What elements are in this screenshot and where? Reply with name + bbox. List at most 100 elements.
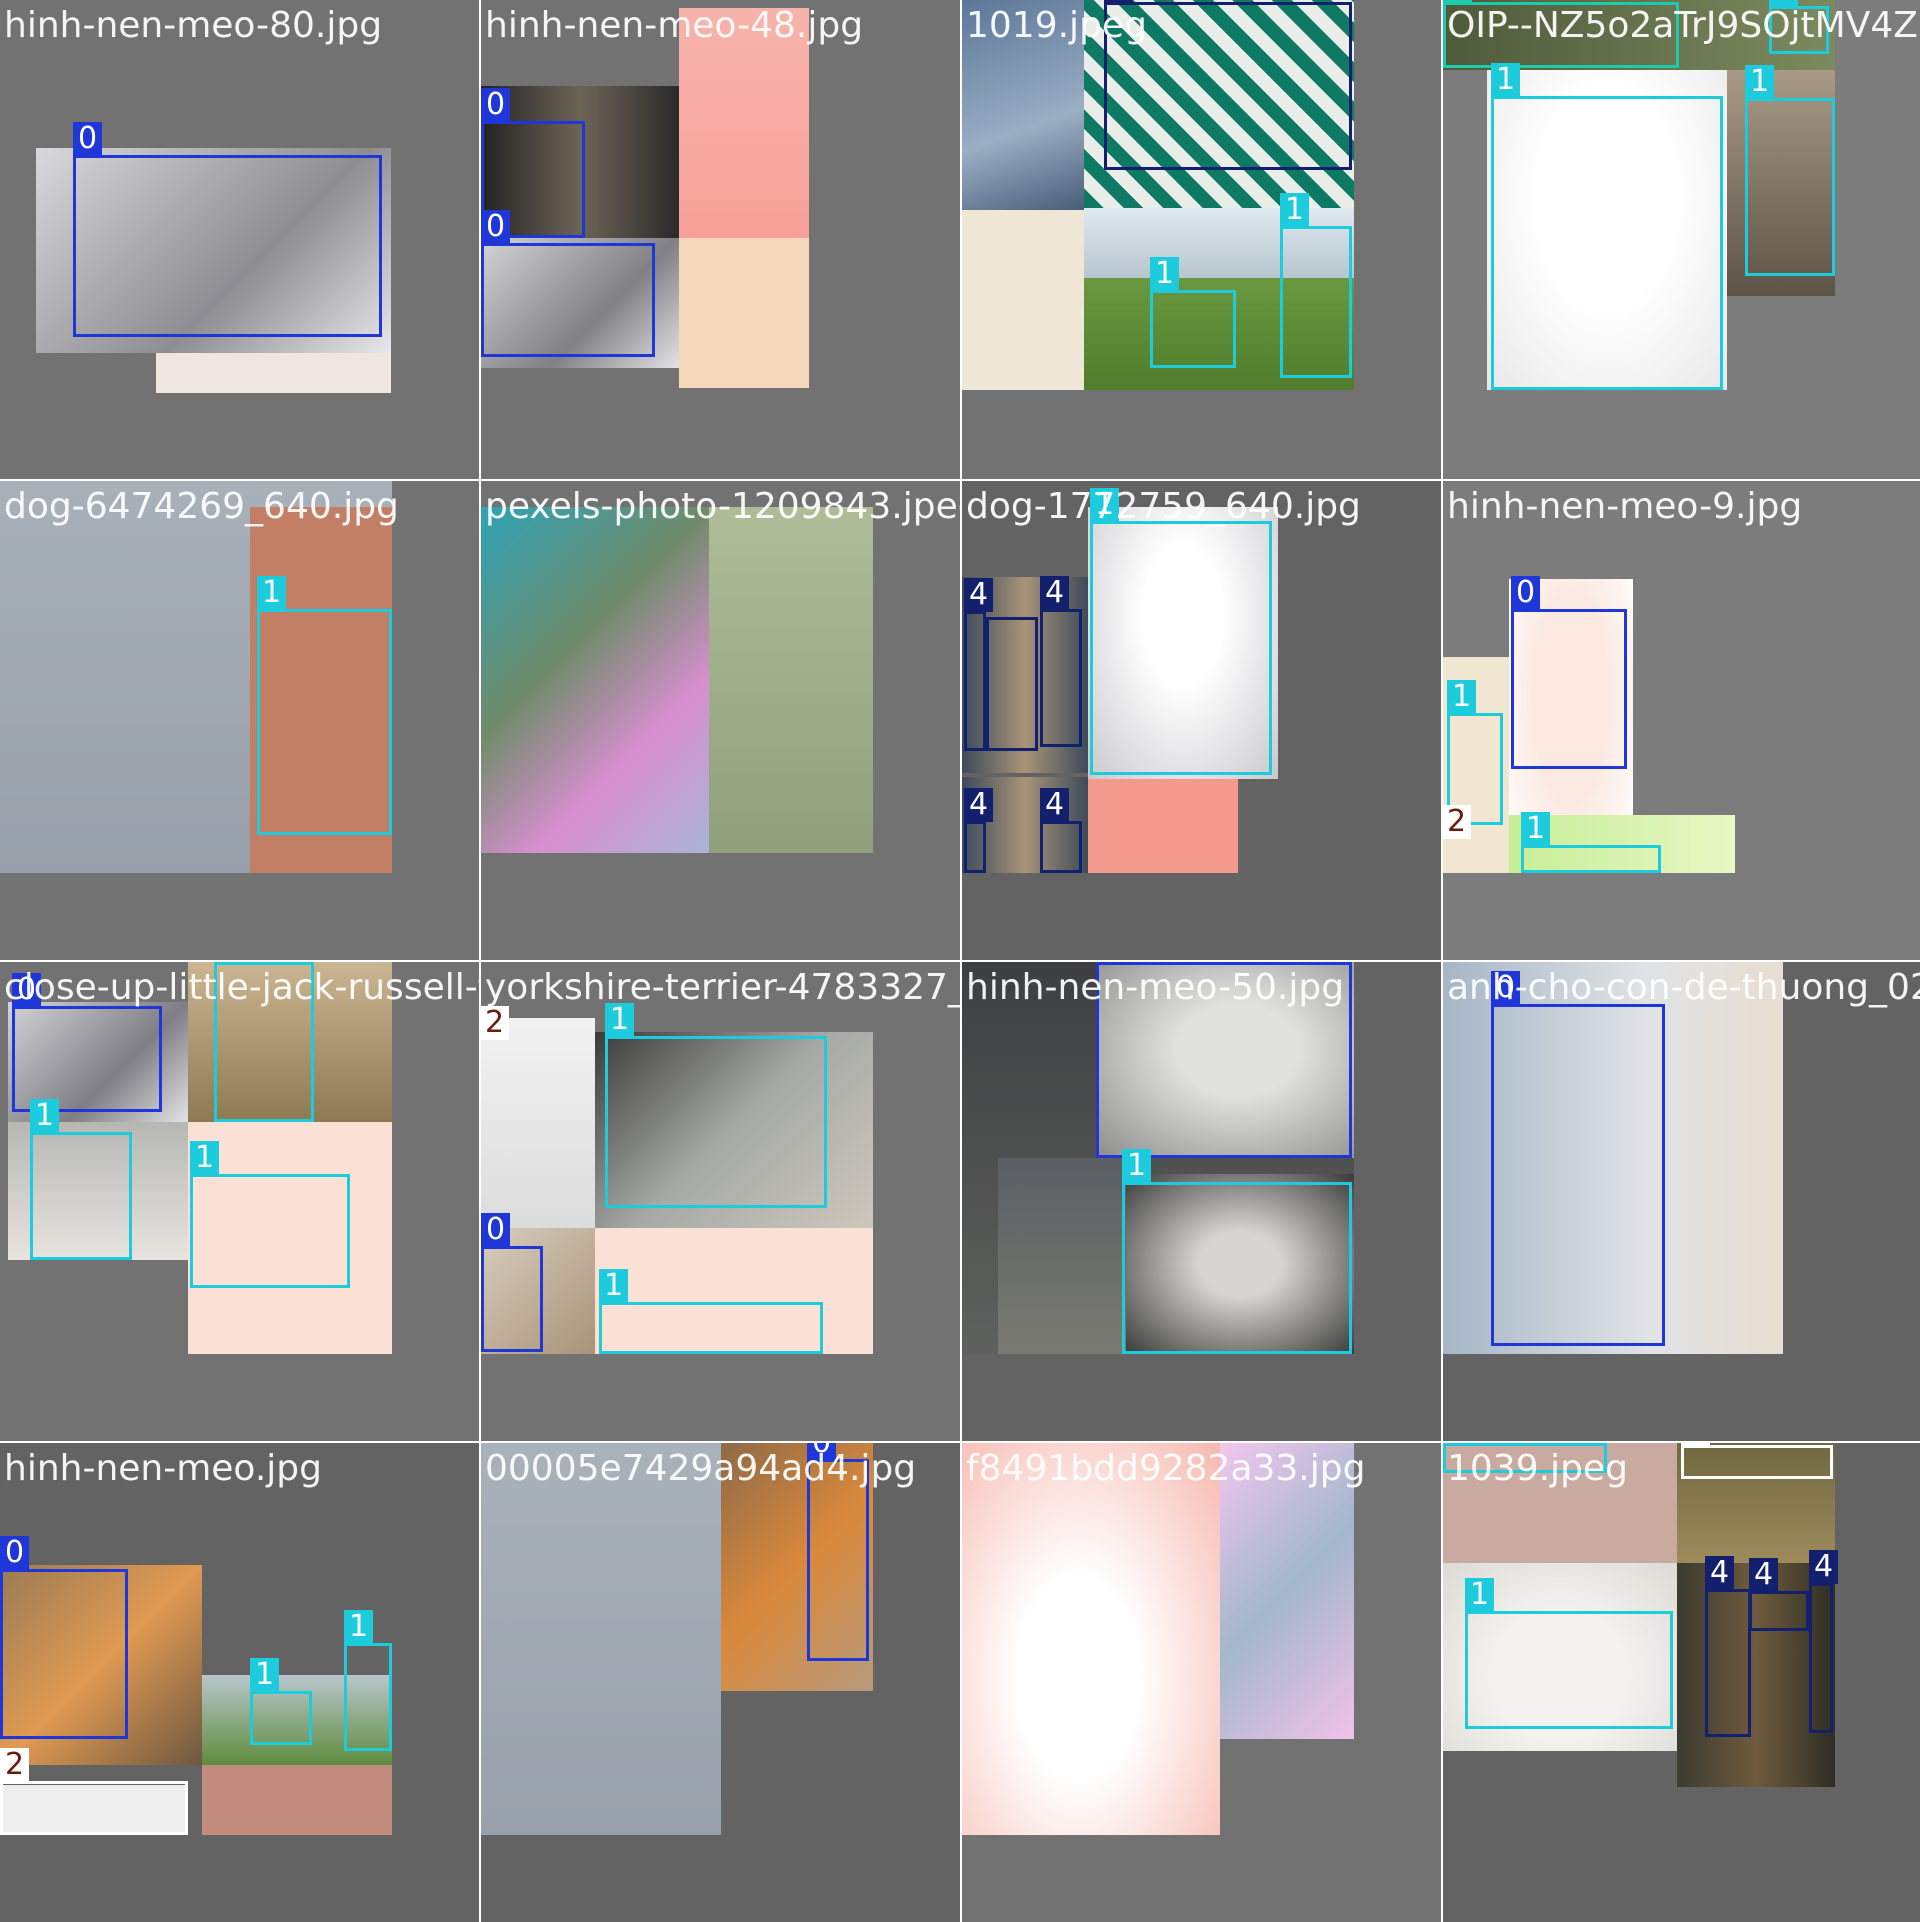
- photo-patch: [202, 1765, 392, 1835]
- tile-filename: anh-cho-con-de-thuong_022: [1447, 967, 1920, 1008]
- box-class-label: 0: [1511, 576, 1541, 610]
- detection-box-class-1: 1: [1491, 63, 1723, 390]
- detection-box-class-1: 1: [605, 1003, 827, 1208]
- tile-filename: OIP--NZ5o2aTrJ9SOjtMV4Z: [1447, 5, 1918, 46]
- detection-box-class-4: 4: [964, 578, 994, 751]
- detection-box-class-1: 1: [1745, 65, 1835, 276]
- box-class-label: 1: [250, 1658, 280, 1692]
- detection-box-class-2: 2: [1681, 1443, 1833, 1479]
- box-class-label: 0: [73, 122, 103, 156]
- box-class-label: 1: [1745, 65, 1775, 99]
- detection-box-class-4: 4: [1040, 788, 1082, 873]
- photo-patch: [709, 507, 873, 853]
- painted-face-photo-patch: [481, 507, 709, 853]
- box-class-label: 1: [1443, 1443, 1473, 1444]
- detection-box-class-1: 1: [1465, 1578, 1673, 1729]
- tile-filename: pexels-photo-1209843.jpeg: [485, 486, 960, 527]
- detection-box-class-0: 0: [807, 1443, 869, 1661]
- photo-patch: [998, 1158, 1126, 1354]
- box-class-label: 0: [481, 1213, 511, 1247]
- mosaic-tile-4: OIP--NZ5o2aTrJ9SOjtMV4Z 3 1 1 1: [1443, 0, 1920, 479]
- detection-box-class-0: 0: [1491, 971, 1665, 1346]
- mosaic-tile-3: 1019.jpeg 4 1 1: [962, 0, 1441, 479]
- box-class-label: 1: [30, 1099, 60, 1133]
- box-class-label: 1: [190, 1141, 220, 1175]
- detection-box-class-1: 1: [1122, 1149, 1352, 1354]
- detection-box-class-0: 0: [0, 1536, 128, 1739]
- lucky-cat-illustration-patch: [962, 1443, 1220, 1835]
- box-class-label: 1: [257, 576, 287, 610]
- box-class-label: 2: [0, 1748, 30, 1782]
- tile-filename: 1019.jpeg: [966, 5, 1147, 46]
- mosaic-tile-5: dog-6474269_640.jpg 1: [0, 481, 479, 960]
- lucky-cat-illustration-patch: [679, 238, 809, 388]
- box-class-label: 1: [1465, 1578, 1495, 1612]
- box-class-label: 2: [1681, 1443, 1711, 1446]
- mosaic-tile-10: yorkshire-terrier-4783327_640.jpg 1 0 1 …: [481, 962, 960, 1441]
- box-class-label: 1: [1521, 812, 1551, 846]
- box-class-label: 2: [481, 1006, 510, 1040]
- box-class-label: 4: [964, 788, 994, 822]
- mosaic-tile-2: hinh-nen-meo-48.jpg 0 0: [481, 0, 960, 479]
- photo-patch: [156, 353, 391, 393]
- box-class-label: 1: [599, 1269, 629, 1303]
- tile-filename: hinh-nen-meo-48.jpg: [485, 5, 864, 46]
- box-class-label: 1: [1280, 193, 1310, 227]
- box-class-label: 4: [1104, 0, 1134, 3]
- box-class-label: 2: [1443, 805, 1472, 839]
- box-class-label: 4: [1809, 1550, 1839, 1584]
- detection-box-class-1: 1: [30, 1099, 132, 1260]
- detection-box-class-4: [986, 617, 1038, 751]
- mosaic-tile-1: hinh-nen-meo-80.jpg 0: [0, 0, 479, 479]
- box-class-label: 1: [1150, 257, 1180, 291]
- tile-filename: 00005e7429a94ad4.jpg: [485, 1448, 917, 1489]
- box-class-label: 4: [1040, 788, 1070, 822]
- detection-box-class-0: 0: [73, 122, 382, 337]
- tile-filename: yorkshire-terrier-4783327_640.jpg: [485, 967, 960, 1008]
- mosaic-tile-13: hinh-nen-meo.jpg 0 1 1 2: [0, 1443, 479, 1922]
- mosaic-tile-6: pexels-photo-1209843.jpeg: [481, 481, 960, 960]
- box-class-label: 0: [481, 210, 511, 244]
- detection-box-class-1: 1: [190, 1141, 350, 1288]
- box-class-label: 0: [1096, 962, 1126, 963]
- mosaic-grid: hinh-nen-meo-80.jpg 0 hinh-nen-meo-48.jp…: [0, 0, 1920, 1922]
- box-class-label: 4: [1040, 576, 1070, 610]
- mosaic-tile-11: hinh-nen-meo-50.jpg 0 1: [962, 962, 1441, 1441]
- box-class-label: 4: [964, 578, 994, 612]
- tile-filename: f8491bdd9282a33.jpg: [966, 1448, 1366, 1489]
- detection-box-class-4: 4: [964, 788, 994, 873]
- detection-box-class-1: 1: [250, 1658, 312, 1745]
- tile-filename: 1039.jpeg: [1447, 1448, 1628, 1489]
- tile-filename: close-up-little-jack-russell-face-looki: [4, 967, 479, 1008]
- mosaic-tile-8: hinh-nen-meo-9.jpg 0 1 1 2: [1443, 481, 1920, 960]
- detection-box-class-1: 1: [257, 576, 392, 835]
- box-class-label: 0: [481, 88, 511, 122]
- box-class-label: 1: [214, 962, 244, 963]
- box-class-label: 1: [344, 1610, 374, 1644]
- detection-box-class-1: 1: [1150, 257, 1236, 368]
- box-class-label: 0: [0, 1536, 30, 1570]
- detection-box-class-4: 4: [1040, 576, 1082, 747]
- box-class-label: 1: [1447, 680, 1477, 714]
- box-class-label: 4: [1749, 1558, 1779, 1592]
- mosaic-tile-15: f8491bdd9282a33.jpg: [962, 1443, 1441, 1922]
- box-class-label: 4: [1705, 1556, 1735, 1590]
- detection-box-class-0: 0: [481, 1213, 543, 1352]
- mosaic-tile-7: dog-1772759_640.jpg 1 4 4 4 4: [962, 481, 1441, 960]
- hands-photo-patch: [481, 1443, 721, 1835]
- tile-filename: dog-6474269_640.jpg: [4, 486, 399, 527]
- tile-filename: hinh-nen-meo-80.jpg: [4, 5, 383, 46]
- mosaic-tile-14: 00005e7429a94ad4.jpg 0: [481, 1443, 960, 1922]
- illustration-patch: [1088, 779, 1238, 873]
- mosaic-tile-9: close-up-little-jack-russell-face-looki …: [0, 962, 479, 1441]
- detection-box-class-4: 4: [1809, 1550, 1839, 1733]
- tile-filename: hinh-nen-meo-50.jpg: [966, 967, 1345, 1008]
- detection-box-class-1: 1: [599, 1269, 823, 1354]
- detection-box-class-0: 0: [12, 973, 162, 1112]
- tile-filename: dog-1772759_640.jpg: [966, 486, 1361, 527]
- box-class-label: 1: [1491, 63, 1521, 97]
- mosaic-tile-12: anh-cho-con-de-thuong_022 0: [1443, 962, 1920, 1441]
- box-class-label: 1: [605, 1003, 635, 1037]
- detection-box-class-4: 4: [1749, 1558, 1809, 1631]
- mosaic-tile-16: 1039.jpeg 1 2 1 4 4 4: [1443, 1443, 1920, 1922]
